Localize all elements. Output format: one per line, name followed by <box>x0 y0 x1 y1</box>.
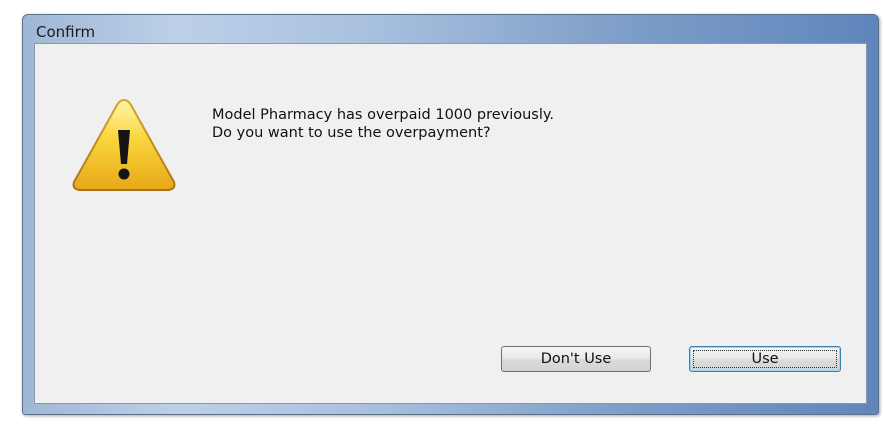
dont-use-button[interactable]: Don't Use <box>501 346 651 372</box>
dialog-message: Model Pharmacy has overpaid 1000 previou… <box>212 106 554 142</box>
dialog-content: Model Pharmacy has overpaid 1000 previou… <box>34 43 867 404</box>
warning-icon <box>72 98 176 191</box>
dialog-title: Confirm <box>36 23 96 41</box>
message-line-2: Do you want to use the overpayment? <box>212 125 491 141</box>
message-line-1: Model Pharmacy has overpaid 1000 previou… <box>212 107 555 123</box>
confirm-dialog-window: Confirm Model Pharmacy has overpaid 1000… <box>22 14 879 415</box>
dialog-titlebar[interactable]: Confirm <box>23 15 878 43</box>
use-button-label: Use <box>693 350 837 368</box>
use-button[interactable]: Use <box>689 346 841 372</box>
